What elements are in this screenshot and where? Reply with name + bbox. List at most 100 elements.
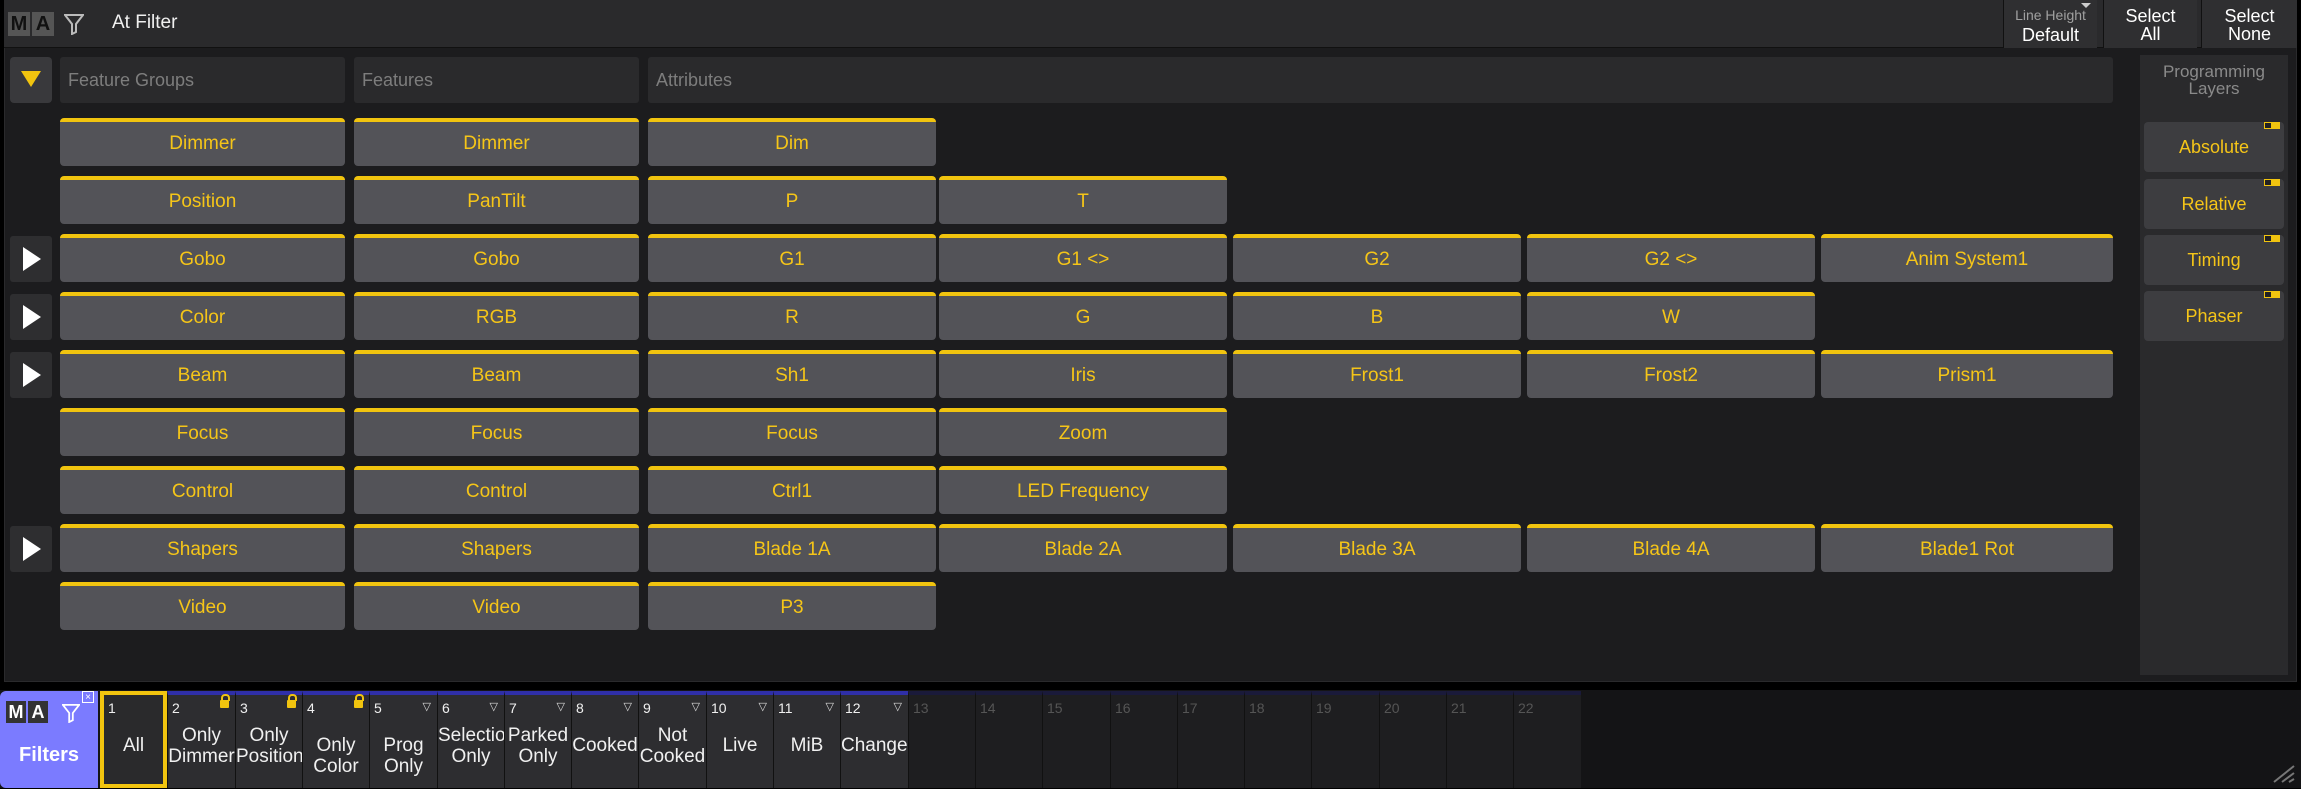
feature-group-button[interactable]: Position [60, 176, 345, 224]
expand-row-button[interactable] [10, 294, 52, 340]
feature-group-button[interactable]: Gobo [60, 234, 345, 282]
feature-button[interactable]: Gobo [354, 234, 639, 282]
filter-5-button[interactable]: 5 ▽ Prog Only [369, 691, 437, 788]
filter-label: Position [236, 746, 304, 767]
attribute-button[interactable]: Ctrl1 [648, 466, 936, 514]
expand-row-button[interactable] [10, 352, 52, 398]
filter-17-button[interactable]: 17 [1177, 691, 1244, 788]
filter-19-button[interactable]: 19 [1311, 691, 1379, 788]
attribute-button[interactable]: T [939, 176, 1227, 224]
attribute-button[interactable]: B [1233, 292, 1521, 340]
filter-1-button[interactable]: 1 All [100, 691, 167, 788]
resize-handle-icon[interactable] [2270, 760, 2296, 784]
filter-label: Selection [438, 725, 517, 746]
filter-8-button[interactable]: 8 ▽ Cooked [571, 691, 638, 788]
attribute-button[interactable]: G2 [1233, 234, 1521, 282]
attribute-button[interactable]: Iris [939, 350, 1227, 398]
attribute-button[interactable]: Blade 3A [1233, 524, 1521, 572]
filter-7-button[interactable]: 7 ▽ Parked Only [504, 691, 571, 788]
filter-2-button[interactable]: 2 Only Dimmer [167, 691, 235, 788]
filter-20-button[interactable]: 20 [1379, 691, 1446, 788]
feature-button[interactable]: Shapers [354, 524, 639, 572]
attribute-button[interactable]: P3 [648, 582, 936, 630]
filter-number: 12 [845, 700, 861, 716]
filter-number: 3 [240, 700, 248, 716]
attribute-button[interactable]: Frost1 [1233, 350, 1521, 398]
feature-group-button[interactable]: Beam [60, 350, 345, 398]
filter-number: 21 [1451, 700, 1467, 716]
programming-layers-title-line2: Layers [2188, 79, 2240, 98]
filter-15-button[interactable]: 15 [1042, 691, 1110, 788]
attribute-button[interactable]: G [939, 292, 1227, 340]
collapse-all-button[interactable] [10, 57, 52, 103]
attribute-button[interactable]: P [648, 176, 936, 224]
feature-button[interactable]: Control [354, 466, 639, 514]
attribute-button[interactable]: Zoom [939, 408, 1227, 456]
feature-button[interactable]: Focus [354, 408, 639, 456]
attribute-button[interactable]: Focus [648, 408, 936, 456]
attribute-button[interactable]: Blade 2A [939, 524, 1227, 572]
filter-16-button[interactable]: 16 [1110, 691, 1177, 788]
filter-13-button[interactable]: 13 [908, 691, 975, 788]
filter-label: Parked [507, 725, 569, 746]
filter-icon [62, 704, 80, 723]
filter-21-button[interactable]: 21 [1446, 691, 1513, 788]
attribute-button[interactable]: Anim System1 [1821, 234, 2113, 282]
lock-icon [287, 694, 297, 708]
layer-phaser-button[interactable]: Phaser [2144, 291, 2284, 341]
feature-group-button[interactable]: Shapers [60, 524, 345, 572]
feature-button[interactable]: RGB [354, 292, 639, 340]
feature-group-button[interactable]: Color [60, 292, 345, 340]
feature-group-button[interactable]: Video [60, 582, 345, 630]
feature-group-button[interactable]: Dimmer [60, 118, 345, 166]
filter-icon: ▽ [422, 701, 431, 713]
filter-number: 13 [913, 700, 929, 716]
layer-relative-button[interactable]: Relative [2144, 179, 2284, 229]
filter-22-button[interactable]: 22 [1513, 691, 1581, 788]
filters-pool-title[interactable]: MA × Filters [0, 691, 98, 788]
attribute-button[interactable]: G2 <> [1527, 234, 1815, 282]
filter-4-button[interactable]: 4 Only Color [302, 691, 369, 788]
layer-timing-button[interactable]: Timing [2144, 235, 2284, 285]
select-none-button[interactable]: Select None [2201, 0, 2297, 48]
filter-14-button[interactable]: 14 [975, 691, 1042, 788]
attribute-button[interactable]: G1 [648, 234, 936, 282]
expand-row-button[interactable] [10, 236, 52, 282]
feature-group-button[interactable]: Focus [60, 408, 345, 456]
attribute-button[interactable]: Sh1 [648, 350, 936, 398]
filter-11-button[interactable]: 11 ▽ MiB [773, 691, 840, 788]
filter-9-button[interactable]: 9 ▽ Not Cooked [638, 691, 706, 788]
expand-row-button[interactable] [10, 526, 52, 572]
filter-18-button[interactable]: 18 [1244, 691, 1311, 788]
attribute-button[interactable]: Blade 1A [648, 524, 936, 572]
attribute-button[interactable]: Dim [648, 118, 936, 166]
filter-10-button[interactable]: 10 ▽ Live [706, 691, 773, 788]
line-height-button[interactable]: Line Height Default [2003, 0, 2097, 48]
close-icon[interactable]: × [82, 691, 94, 703]
layer-absolute-button[interactable]: Absolute [2144, 122, 2284, 172]
filter-12-button[interactable]: 12 ▽ Changed [840, 691, 918, 788]
triangle-down-icon [21, 71, 41, 87]
layer-indicator-icon [2264, 179, 2280, 186]
filter-icon: ▽ [825, 701, 834, 713]
layer-indicator-icon [2264, 235, 2280, 242]
attribute-button[interactable]: Blade 4A [1527, 524, 1815, 572]
select-all-button[interactable]: Select All [2103, 0, 2197, 48]
attribute-button[interactable]: Prism1 [1821, 350, 2113, 398]
attribute-button[interactable]: LED Frequency [939, 466, 1227, 514]
feature-button[interactable]: Dimmer [354, 118, 639, 166]
feature-button[interactable]: Beam [354, 350, 639, 398]
feature-group-button[interactable]: Control [60, 466, 345, 514]
filter-icon: ▽ [623, 701, 632, 713]
filter-icon [62, 13, 86, 40]
filter-3-button[interactable]: 3 Only Position [235, 691, 304, 788]
attribute-button[interactable]: Frost2 [1527, 350, 1815, 398]
attribute-button[interactable]: R [648, 292, 936, 340]
attribute-button[interactable]: G1 <> [939, 234, 1227, 282]
filter-number: 9 [643, 700, 651, 716]
attribute-button[interactable]: Blade1 Rot [1821, 524, 2113, 572]
feature-button[interactable]: PanTilt [354, 176, 639, 224]
attribute-button[interactable]: W [1527, 292, 1815, 340]
filter-6-button[interactable]: 6 ▽ Selection Only [437, 691, 517, 788]
feature-button[interactable]: Video [354, 582, 639, 630]
